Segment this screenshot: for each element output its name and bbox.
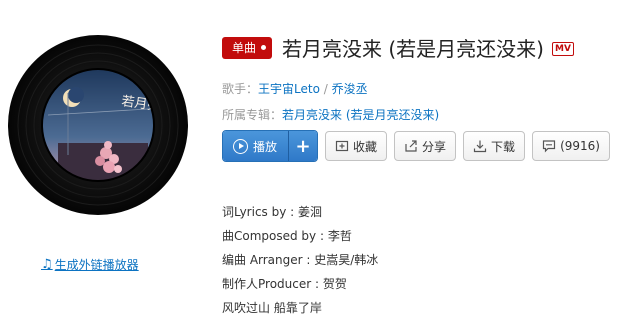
download-label: 下载 [491,139,516,154]
collect-label: 收藏 [353,139,378,154]
play-button-group: 播放 + [222,130,319,162]
lyrics-line: 词Lyrics by : 姜洄 [222,205,323,219]
share-label: 分享 [422,139,447,154]
album-label: 所属专辑： [222,108,283,122]
artist-label: 歌手： [222,82,259,96]
artist-link-1[interactable]: 王宇宙Leto [258,82,320,96]
collect-button[interactable]: 收藏 [325,131,388,161]
badge-dot-icon [261,45,267,50]
single-badge: 单曲 [222,36,273,59]
comment-icon [542,140,556,153]
lyrics-line: 编曲 Arranger : 史嵩昊/韩冰 [222,253,379,267]
action-bar: 播放 + 收藏 分享 下载 (9916) [222,130,610,162]
artist-row: 歌手：王宇宙Leto / 乔浚丞 [222,80,368,97]
lyrics-line: 曲Composed by : 李哲 [222,229,352,243]
play-button[interactable]: 播放 [223,131,289,161]
artist-link-2[interactable]: 乔浚丞 [332,82,368,96]
single-badge-label: 单曲 [232,40,257,55]
generate-external-player-link[interactable]: ♫ 生成外链播放器 [41,256,139,273]
artist-separator: / [319,82,332,96]
add-to-playlist-button[interactable]: + [288,131,318,161]
plus-icon: + [295,135,311,157]
lyrics-block: 词Lyrics by : 姜洄 曲Composed by : 李哲 编曲 Arr… [222,204,378,324]
external-player-label: 生成外链播放器 [54,258,139,272]
album-link[interactable]: 若月亮没来 (若是月亮还没来) [282,108,439,122]
download-button[interactable]: 下载 [463,131,526,161]
song-title: 若月亮没来 (若是月亮还没来) [282,37,544,61]
album-row: 所属专辑：若月亮没来 (若是月亮还没来) [222,106,439,123]
album-cover-disc: 若月亮没来 [8,35,188,215]
download-icon [473,140,487,153]
collect-folder-plus-icon [335,140,349,152]
vinyl-record: 若月亮没来 [8,35,188,215]
comment-count: (9916) [560,139,600,153]
play-label: 播放 [253,139,278,154]
lyrics-line: 制作人Producer : 贺贺 [222,277,347,291]
comment-button[interactable]: (9916) [532,131,610,161]
music-note-icon: ♫ [41,257,53,272]
lyrics-line: 风吹过山 船靠了岸 [222,301,322,315]
song-header: 单曲 若月亮没来 (若是月亮还没来) MV [222,33,637,62]
mv-icon[interactable]: MV [551,41,574,56]
share-icon [405,140,417,152]
play-icon [233,138,248,154]
share-button[interactable]: 分享 [394,131,457,161]
